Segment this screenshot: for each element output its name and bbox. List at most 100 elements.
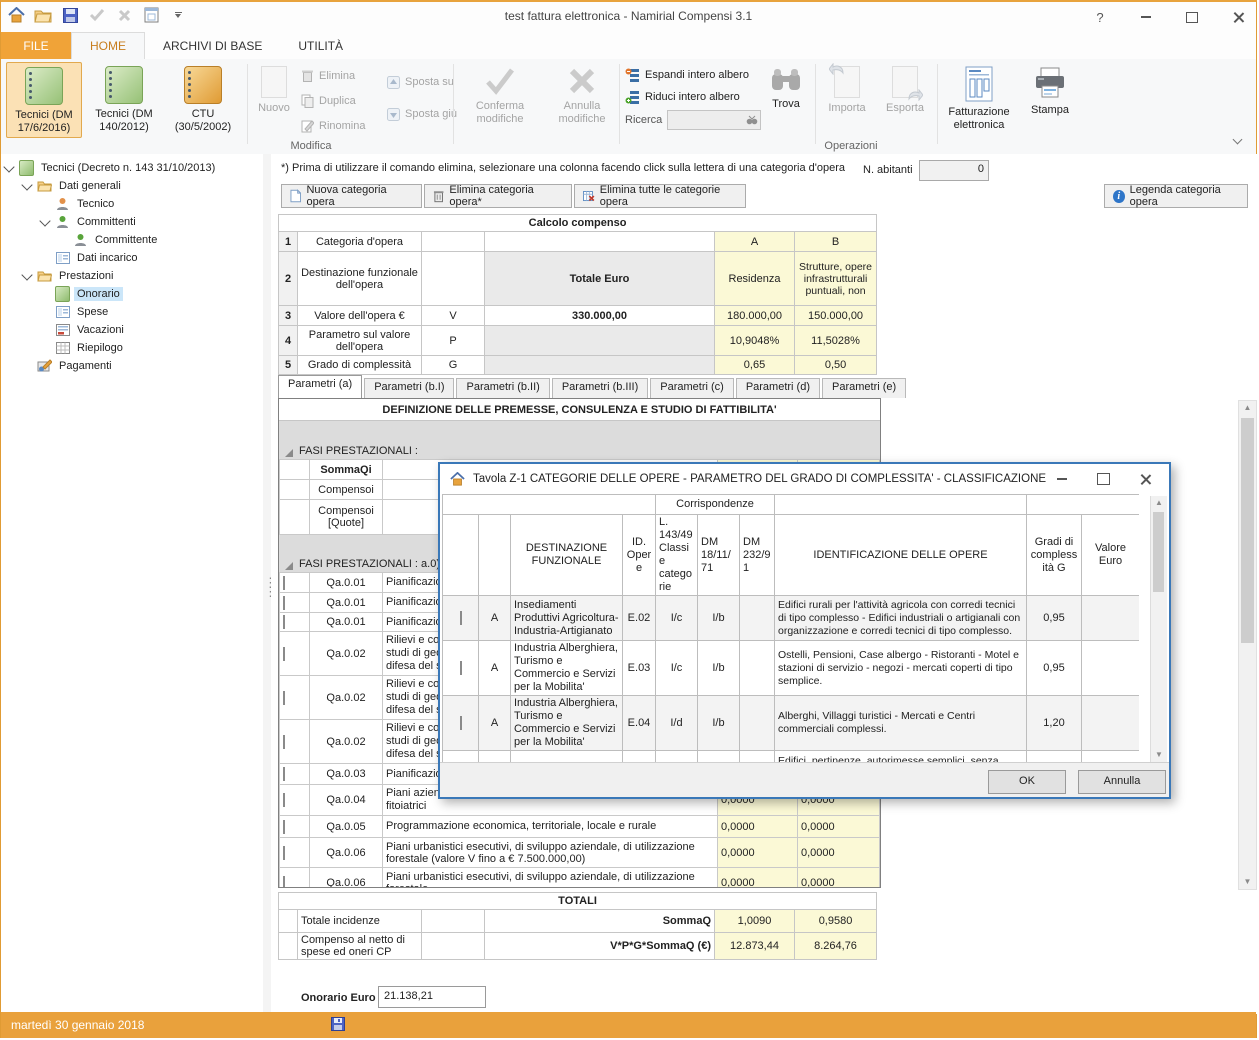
chevron-down-icon[interactable] xyxy=(21,269,32,280)
dataset-ctu-button[interactable]: CTU (30/5/2002) xyxy=(165,62,241,138)
tab-file[interactable]: FILE xyxy=(1,32,71,59)
row-checkbox[interactable] xyxy=(283,735,285,749)
tab-utilita[interactable]: UTILITÀ xyxy=(280,32,361,59)
scroll-up-icon[interactable]: ▲ xyxy=(1151,496,1167,510)
scroll-down-icon[interactable]: ▼ xyxy=(1239,875,1256,889)
dialog-table: Corrispondenze DESTINAZIONE FUNZIONALE I… xyxy=(442,494,1139,762)
window-controls: ? xyxy=(1090,2,1248,32)
tab-parametri-b2[interactable]: Parametri (b.II) xyxy=(456,378,549,398)
x-icon xyxy=(567,66,597,96)
tree-item-riepilogo[interactable]: Riepilogo xyxy=(41,339,126,357)
tab-home[interactable]: HOME xyxy=(71,32,145,59)
tab-parametri-b3[interactable]: Parametri (b.III) xyxy=(552,378,648,398)
tab-parametri-d[interactable]: Parametri (d) xyxy=(736,378,820,398)
tree-item-tecnici[interactable]: Tecnici (Decreto n. 143 31/10/2013) xyxy=(5,159,218,177)
dataset-tecnici-2016-button[interactable]: Tecnici (DM 17/6/2016) xyxy=(6,62,82,138)
scrollbar-thumb[interactable] xyxy=(1241,418,1254,643)
row-checkbox[interactable] xyxy=(283,767,285,781)
col-header: DM 18/11/71 xyxy=(698,515,740,596)
scroll-down-icon[interactable]: ▼ xyxy=(1151,748,1167,762)
navigation-tree: Tecnici (Decreto n. 143 31/10/2013) Dati… xyxy=(1,154,263,1014)
annulla-button[interactable]: Annulla xyxy=(1078,770,1166,794)
group-expanded-icon[interactable] xyxy=(285,562,293,570)
riduci-albero-button[interactable]: Riduci intero albero xyxy=(625,88,761,106)
tree-item-tecnico[interactable]: Tecnico xyxy=(41,195,117,213)
close-icon[interactable] xyxy=(1140,474,1151,485)
minimize-icon[interactable] xyxy=(1057,478,1067,480)
group-expanded-icon[interactable] xyxy=(285,449,293,457)
main-scrollbar[interactable]: ▲ ▼ xyxy=(1238,400,1257,890)
minimize-button[interactable] xyxy=(1136,7,1156,27)
row-checkbox[interactable] xyxy=(460,661,462,675)
row-number: 2 xyxy=(279,252,298,306)
ricerca-input[interactable] xyxy=(667,110,761,130)
tab-parametri-e[interactable]: Parametri (e) xyxy=(822,378,906,398)
binoculars-icon xyxy=(770,66,802,94)
close-button[interactable] xyxy=(1228,7,1248,27)
scrollbar-thumb[interactable] xyxy=(1153,512,1164,592)
group-row-fasi[interactable]: FASI PRESTAZIONALI : xyxy=(279,421,880,459)
statusbar: martedì 30 gennaio 2018 xyxy=(1,1012,1256,1038)
stampa-button[interactable]: Stampa xyxy=(1019,62,1081,138)
col-header: Gradi di complessità G xyxy=(1027,515,1082,596)
elimina-tutte-categorie-button[interactable]: Elimina tutte le categorie opera xyxy=(574,184,746,208)
ok-button[interactable]: OK xyxy=(988,770,1066,794)
row-checkbox[interactable] xyxy=(283,793,285,807)
dialog-titlebar[interactable]: Tavola Z-1 CATEGORIE DELLE OPERE - PARAM… xyxy=(440,464,1169,494)
tab-archivi-di-base[interactable]: ARCHIVI DI BASE xyxy=(145,32,280,59)
tree-item-dati-generali[interactable]: Dati generali xyxy=(23,177,124,195)
column-letter-a[interactable]: A xyxy=(715,232,795,252)
collapse-ribbon-icon[interactable] xyxy=(1234,138,1242,146)
folder-icon xyxy=(37,179,52,194)
n-abitanti-input[interactable]: 0 xyxy=(919,160,989,181)
row-checkbox[interactable] xyxy=(283,647,285,661)
maximize-button[interactable] xyxy=(1182,7,1202,27)
tree-item-pagamenti[interactable]: Pagamenti xyxy=(23,357,115,375)
tree-item-dati-incarico[interactable]: Dati incarico xyxy=(41,249,141,267)
dialog-scrollbar[interactable]: ▲ ▼ xyxy=(1150,496,1167,762)
chevron-down-icon[interactable] xyxy=(21,179,32,190)
column-letter-b[interactable]: B xyxy=(795,232,877,252)
tree-item-spese[interactable]: Spese xyxy=(41,303,111,321)
espandi-albero-button[interactable]: Espandi intero albero xyxy=(625,66,761,84)
chevron-down-icon[interactable] xyxy=(39,215,50,226)
row-checkbox[interactable] xyxy=(283,691,285,705)
row-checkbox[interactable] xyxy=(283,576,285,590)
nuovo-button: Nuovo xyxy=(251,62,297,138)
table-row: A Industria Alberghiera, Turismo e Comme… xyxy=(443,696,1140,751)
row-number: 5 xyxy=(279,356,298,375)
row-checkbox[interactable] xyxy=(283,876,285,889)
legenda-categoria-button[interactable]: i Legenda categoria opera xyxy=(1104,184,1248,208)
row-checkbox[interactable] xyxy=(283,820,285,834)
calcolo-compenso-table: Calcolo compenso 1 Categoria d'opera A B… xyxy=(278,214,877,375)
save-icon[interactable] xyxy=(331,1017,345,1034)
row-checkbox[interactable] xyxy=(283,596,285,610)
row-checkbox[interactable] xyxy=(283,846,285,860)
tree-item-committente[interactable]: Committente xyxy=(59,231,160,249)
col-header: IDENTIFICAZIONE DELLE OPERE xyxy=(775,515,1027,596)
fatturazione-elettronica-button[interactable]: Fatturazione elettronica xyxy=(941,62,1017,138)
elimina-categoria-button[interactable]: Elimina categoria opera* xyxy=(424,184,572,208)
row-checkbox[interactable] xyxy=(283,615,285,629)
maximize-icon[interactable] xyxy=(1097,473,1110,485)
nuova-categoria-button[interactable]: Nuova categoria opera xyxy=(281,184,422,208)
tab-parametri-b1[interactable]: Parametri (b.I) xyxy=(364,378,454,398)
trova-button[interactable]: Trova xyxy=(761,62,811,138)
dialog-title: Tavola Z-1 CATEGORIE DELLE OPERE - PARAM… xyxy=(473,473,1049,485)
tree-item-vacazioni[interactable]: Vacazioni xyxy=(41,321,127,339)
tab-parametri-a[interactable]: Parametri (a) xyxy=(278,375,362,398)
statusbar-date: martedì 30 gennaio 2018 xyxy=(11,1018,144,1032)
tab-parametri-c[interactable]: Parametri (c) xyxy=(650,378,734,398)
onorario-input[interactable]: 21.138,21 xyxy=(378,986,486,1008)
scroll-up-icon[interactable]: ▲ xyxy=(1239,401,1256,415)
help-button[interactable]: ? xyxy=(1090,7,1110,27)
arrow-down-icon xyxy=(387,108,400,121)
tree-item-committenti[interactable]: Committenti xyxy=(41,213,139,231)
chevron-down-icon[interactable] xyxy=(3,161,14,172)
row-checkbox[interactable] xyxy=(460,716,462,730)
tree-item-onorario[interactable]: Onorario xyxy=(41,285,123,303)
dataset-tecnici-2012-button[interactable]: Tecnici (DM 140/2012) xyxy=(86,62,162,138)
row-checkbox[interactable] xyxy=(460,611,462,625)
grid-icon xyxy=(55,341,70,356)
tree-item-prestazioni[interactable]: Prestazioni xyxy=(23,267,116,285)
